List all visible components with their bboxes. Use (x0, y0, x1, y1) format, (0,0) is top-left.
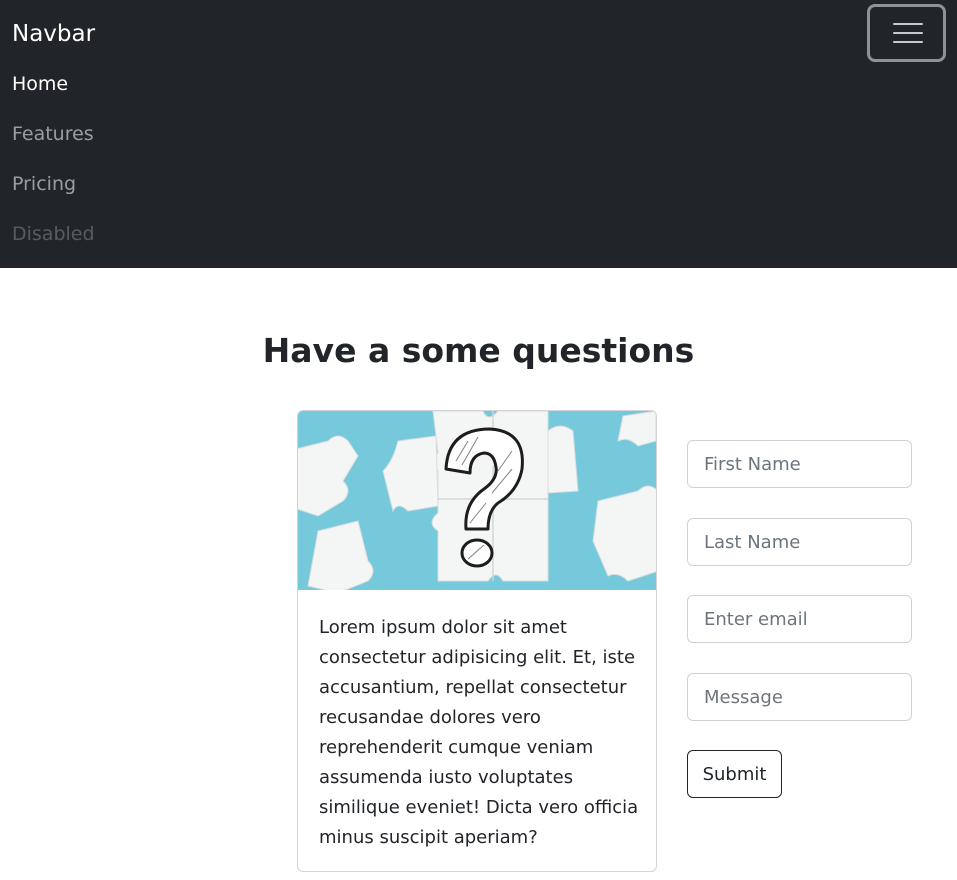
info-card: Lorem ipsum dolor sit amet consectetur a… (297, 410, 657, 872)
first-name-field[interactable] (687, 440, 912, 488)
jigsaw-puzzle-question-mark-image (298, 411, 656, 590)
navbar: Navbar Home Features Pricing Disabled (0, 0, 957, 268)
email-field[interactable] (687, 595, 912, 643)
navbar-brand[interactable]: Navbar (12, 18, 95, 50)
last-name-field[interactable] (687, 518, 912, 566)
nav-link-features[interactable]: Features (12, 121, 94, 147)
page-title: Have a some questions (262, 331, 695, 370)
card-text: Lorem ipsum dolor sit amet consectetur a… (319, 617, 639, 848)
nav-link-pricing[interactable]: Pricing (12, 171, 76, 197)
submit-button[interactable]: Submit (687, 750, 782, 798)
navbar-toggler-button[interactable] (867, 4, 946, 62)
nav-link-home[interactable]: Home (12, 71, 68, 97)
message-field[interactable] (687, 673, 912, 721)
nav-link-disabled: Disabled (12, 223, 95, 245)
